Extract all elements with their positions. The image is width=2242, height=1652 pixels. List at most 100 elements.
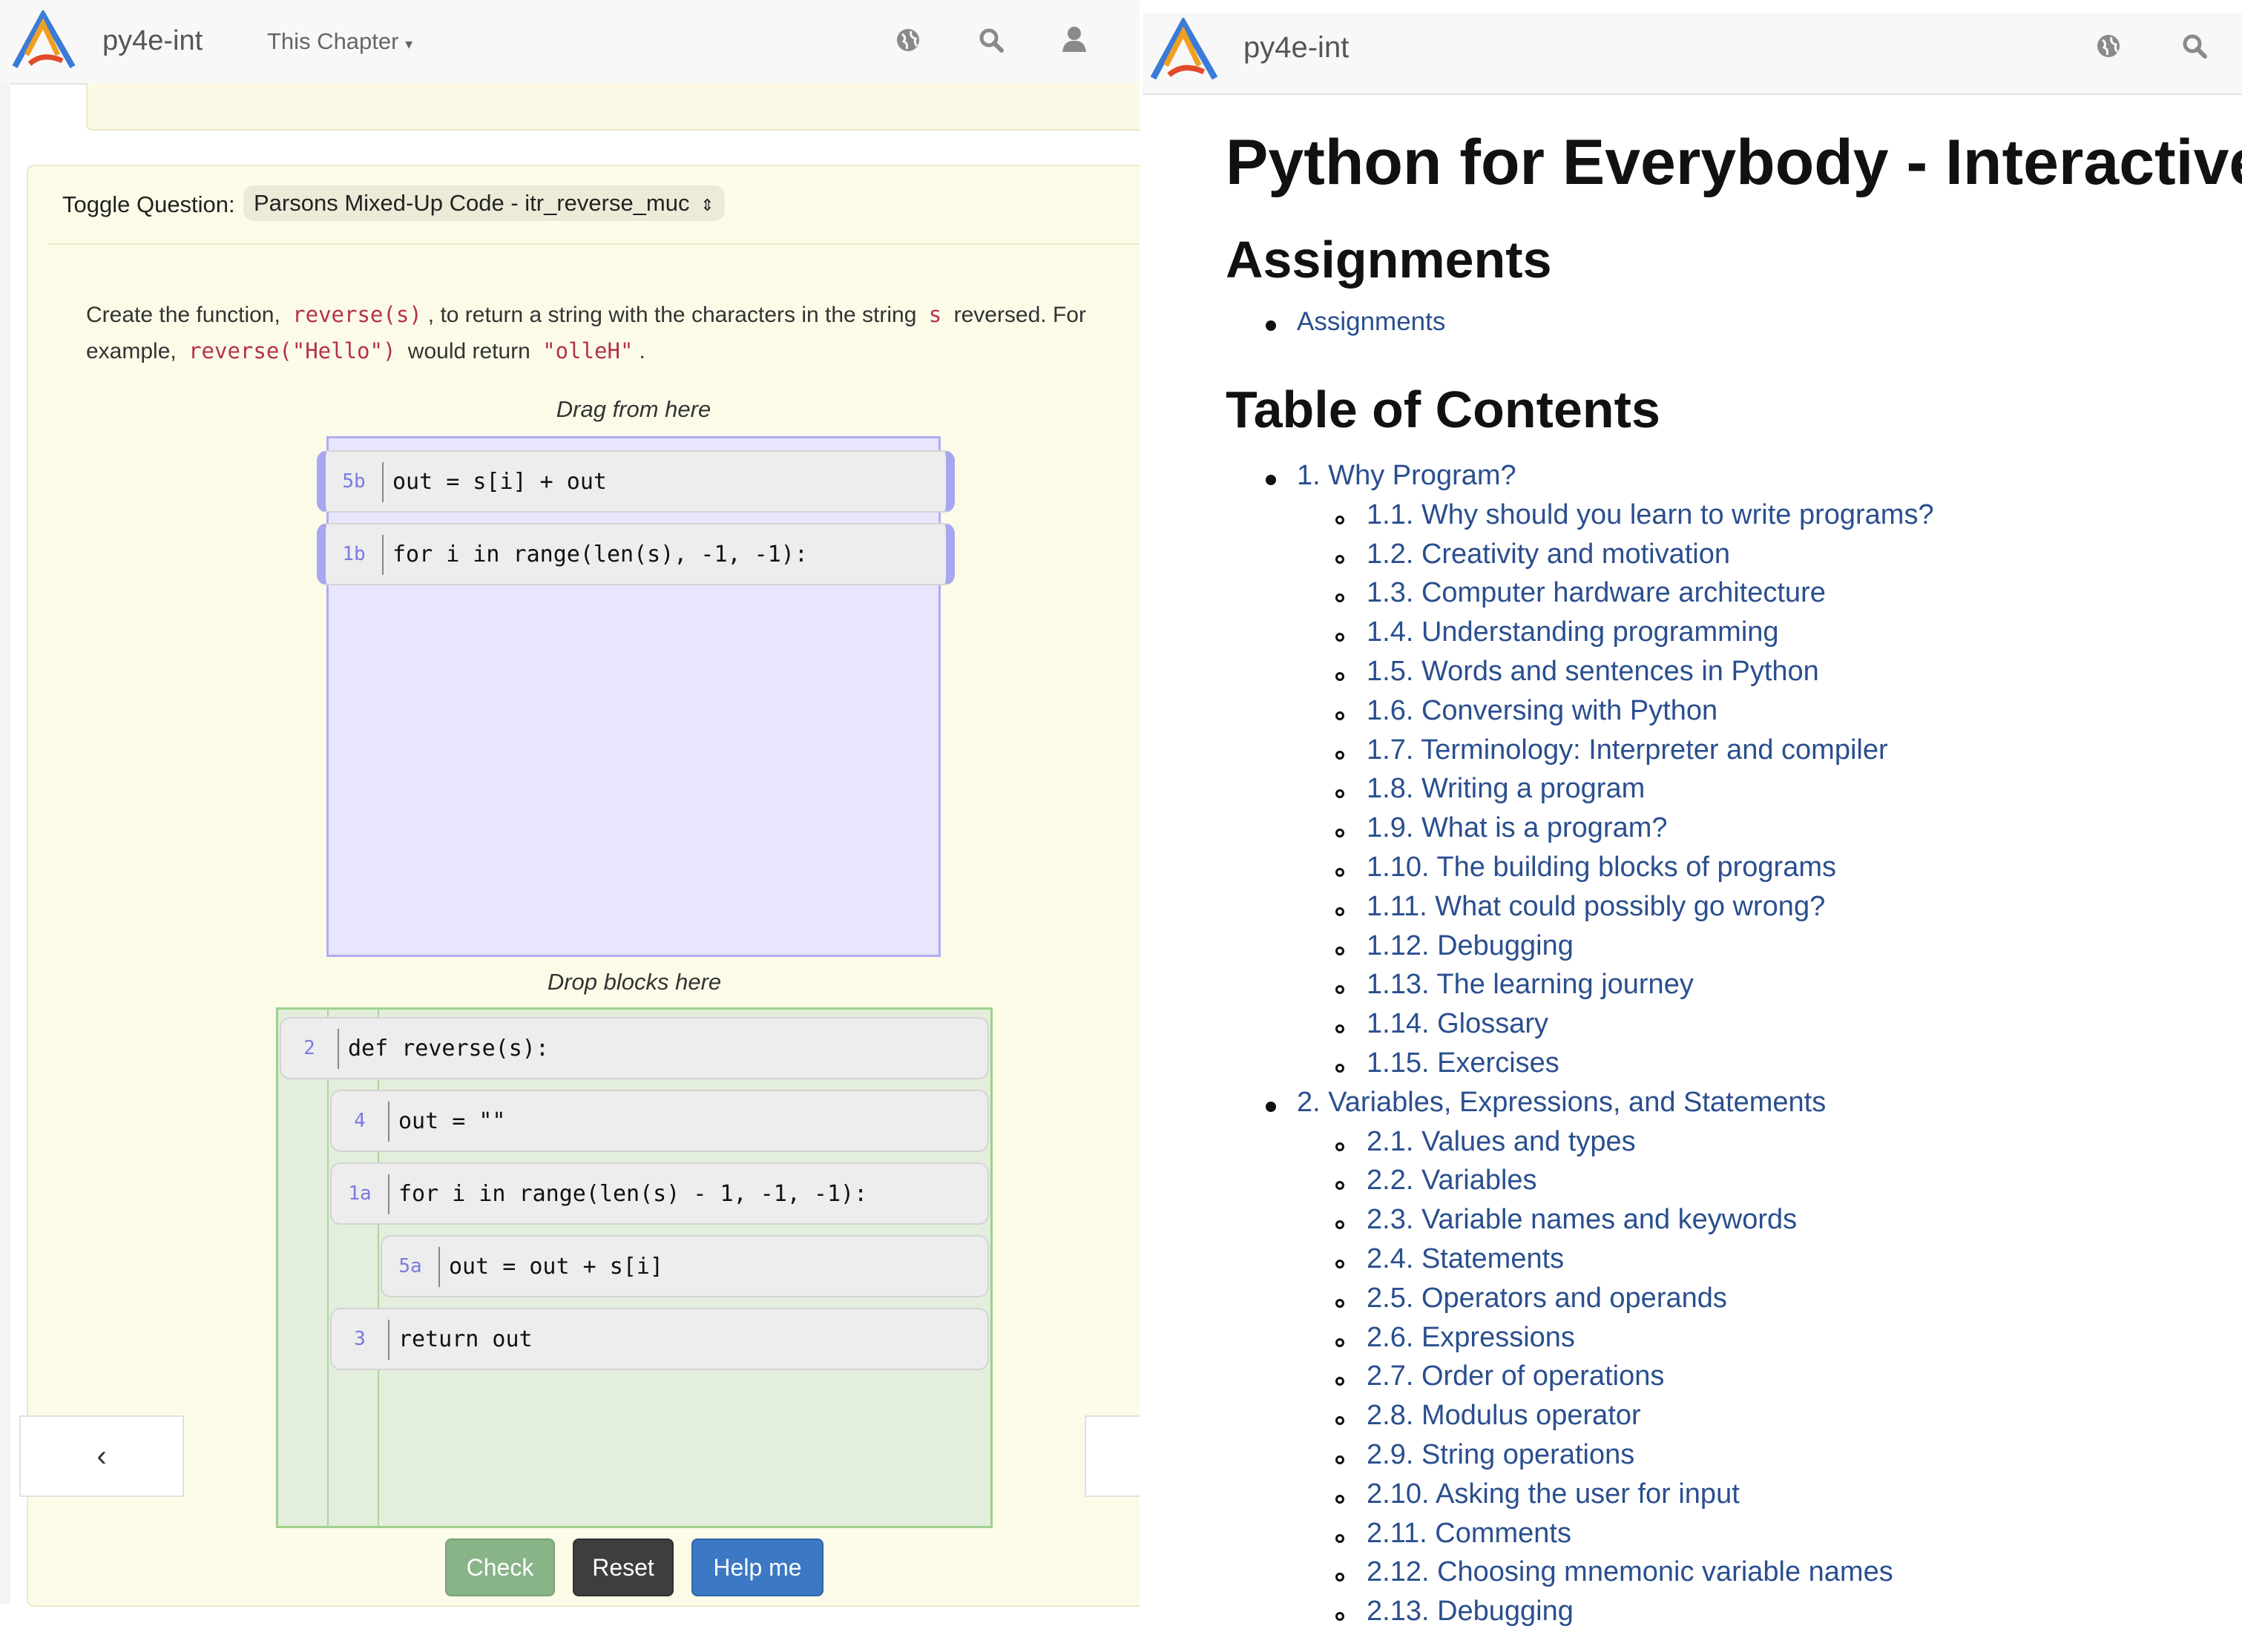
runestone-logo[interactable] [1148,16,1220,82]
toggle-question-select[interactable]: Parsons Mixed-Up Code - itr_reverse_muc … [243,185,725,221]
toc-section-link[interactable]: 2.7. Order of operations [1367,1360,1664,1392]
reset-button[interactable]: Reset [573,1539,674,1596]
toc-section-link[interactable]: 1.2. Creativity and motivation [1367,539,1730,570]
block-code: return out [398,1326,533,1352]
toc-section-link[interactable]: 2.8. Modulus operator [1367,1400,1641,1432]
previous-question-panel [86,83,1140,131]
chevron-left-icon: ‹ [96,1439,107,1472]
code-block-1a[interactable]: 1a for i in range(len(s) - 1, -1, -1): [330,1162,989,1225]
parsons-pane: py4e-int This Chapter ▾ Toggle Question:… [0,0,1140,1652]
help-me-button[interactable]: Help me [691,1539,824,1596]
code-block-5a[interactable]: 5a out = out + s[i] [381,1235,989,1297]
block-label: 1b [342,543,366,565]
code-block-3[interactable]: 3 return out [330,1308,989,1370]
toc-section-link[interactable]: 2.13. Debugging [1367,1596,1574,1628]
prompt-code: "olleH" [542,338,634,363]
globe-icon[interactable] [895,27,921,53]
toc-section-link[interactable]: 1.13. The learning journey [1367,969,1694,1001]
user-icon[interactable] [1061,25,1088,53]
toc-section-link[interactable]: 2.10. Asking the user for input [1367,1478,1740,1510]
toc-section-link[interactable]: 1.6. Conversing with Python [1367,695,1717,727]
toc-section-link[interactable]: 1.10. The building blocks of programs [1367,852,1836,883]
block-code: def reverse(s): [348,1035,549,1062]
sub-bullet [1335,750,1344,760]
toc-section-link[interactable]: 2.4. Statements [1367,1243,1564,1275]
toc-section-link[interactable]: 2.3. Variable names and keywords [1367,1204,1797,1236]
previous-page-button[interactable]: ‹ [19,1415,184,1497]
toc-section-link[interactable]: 1.7. Terminology: Interpreter and compil… [1367,734,1888,766]
block-divider [338,1029,339,1069]
block-divider [438,1247,440,1287]
left-gutter [0,83,10,1604]
sub-bullet [1335,1377,1344,1386]
block-code: for i in range(len(s), -1, -1): [392,541,808,567]
drag-caption: Drag from here [556,396,711,422]
this-chapter-menu[interactable]: This Chapter ▾ [267,28,412,55]
search-icon[interactable] [978,27,1005,53]
sub-bullet [1335,985,1344,995]
this-chapter-label: This Chapter [267,28,399,54]
caret-down-icon: ▾ [405,36,413,53]
toc-section-link[interactable]: 1.9. What is a program? [1367,812,1668,844]
code-block-1b[interactable]: 1b for i in range(len(s), -1, -1): [317,523,955,585]
code-block-5b[interactable]: 5b out = s[i] + out [317,450,955,513]
block-divider [388,1174,389,1214]
block-label: 1a [348,1182,372,1205]
toc-section-link[interactable]: 1.14. Glossary [1367,1008,1548,1040]
toc-section-link[interactable]: 2.1. Values and types [1367,1126,1636,1158]
next-page-button[interactable] [1085,1415,1140,1497]
question-prompt: Create the function, reverse(s), to retu… [86,297,1140,369]
sub-bullet [1335,906,1344,916]
prompt-text: , to return a string with the characters… [427,303,917,327]
code-block-2[interactable]: 2 def reverse(s): [280,1017,989,1079]
toc-section-link[interactable]: 2.5. Operators and operands [1367,1283,1727,1314]
sub-bullet [1335,711,1344,720]
toc-section-link[interactable]: 1.11. What could possibly go wrong? [1367,891,1825,923]
prompt-text: reversed. For [953,303,1086,327]
runestone-logo[interactable] [10,8,77,70]
toc-section-link[interactable]: 2.12. Choosing mnemonic variable names [1367,1556,1893,1588]
sub-bullet [1335,1573,1344,1582]
toc-section-link[interactable]: 2.2. Variables [1367,1165,1537,1197]
prompt-text: example, [86,339,177,363]
answer-blocks-area[interactable]: 2 def reverse(s): 4 out = "" 1a for i in… [276,1007,993,1528]
toc-section-link[interactable]: 1.5. Words and sentences in Python [1367,656,1819,688]
brand-name[interactable]: py4e-int [1243,31,1349,65]
toc-section-link[interactable]: 1.15. Exercises [1367,1047,1559,1079]
source-blocks-area[interactable]: 5b out = s[i] + out 1b for i in range(le… [317,436,955,957]
sub-bullet [1335,1220,1344,1230]
block-label: 5b [342,470,366,493]
brand-name[interactable]: py4e-int [102,25,203,57]
check-button[interactable]: Check [445,1539,555,1596]
assignments-heading: Assignments [1226,231,1552,289]
search-icon[interactable] [2181,33,2208,59]
assignments-link[interactable]: Assignments [1297,307,1445,337]
block-code: out = out + s[i] [449,1253,663,1280]
block-label: 2 [303,1037,315,1059]
toc-section-link[interactable]: 2.11. Comments [1367,1518,1571,1550]
toc-section-link[interactable]: 1.1. Why should you learn to write progr… [1367,499,1934,531]
toc-section-link[interactable]: 1.8. Writing a program [1367,773,1645,805]
indent-guide [378,1010,379,1526]
prompt-line-1: Create the function, reverse(s), to retu… [86,297,1140,333]
globe-icon[interactable] [2095,33,2122,59]
toc-chapter-link[interactable]: 2. Variables, Expressions, and Statement… [1297,1087,1826,1119]
prompt-code: reverse(s) [292,302,422,327]
block-label: 5a [398,1255,422,1277]
toc-section-link[interactable]: 1.12. Debugging [1367,930,1574,962]
block-code: for i in range(len(s) - 1, -1, -1): [398,1180,868,1207]
book-index-pane: py4e-int Python for Everybody - Interact… [1140,0,2242,1652]
sub-bullet [1335,1142,1344,1151]
toc-section-link[interactable]: 2.9. String operations [1367,1439,1634,1471]
bullet [1266,475,1276,485]
toc-chapter-link[interactable]: 1. Why Program? [1297,460,1516,492]
sub-bullet [1335,1024,1344,1034]
toc-section-link[interactable]: 2.6. Expressions [1367,1322,1575,1354]
toc-section-link[interactable]: 1.4. Understanding programming [1367,616,1779,648]
sub-bullet [1335,1416,1344,1426]
sub-bullet [1335,1260,1344,1268]
toc-section-link[interactable]: 1.3. Computer hardware architecture [1367,577,1826,609]
sub-bullet [1335,1181,1344,1191]
code-block-4[interactable]: 4 out = "" [330,1090,989,1152]
block-divider [382,462,384,502]
